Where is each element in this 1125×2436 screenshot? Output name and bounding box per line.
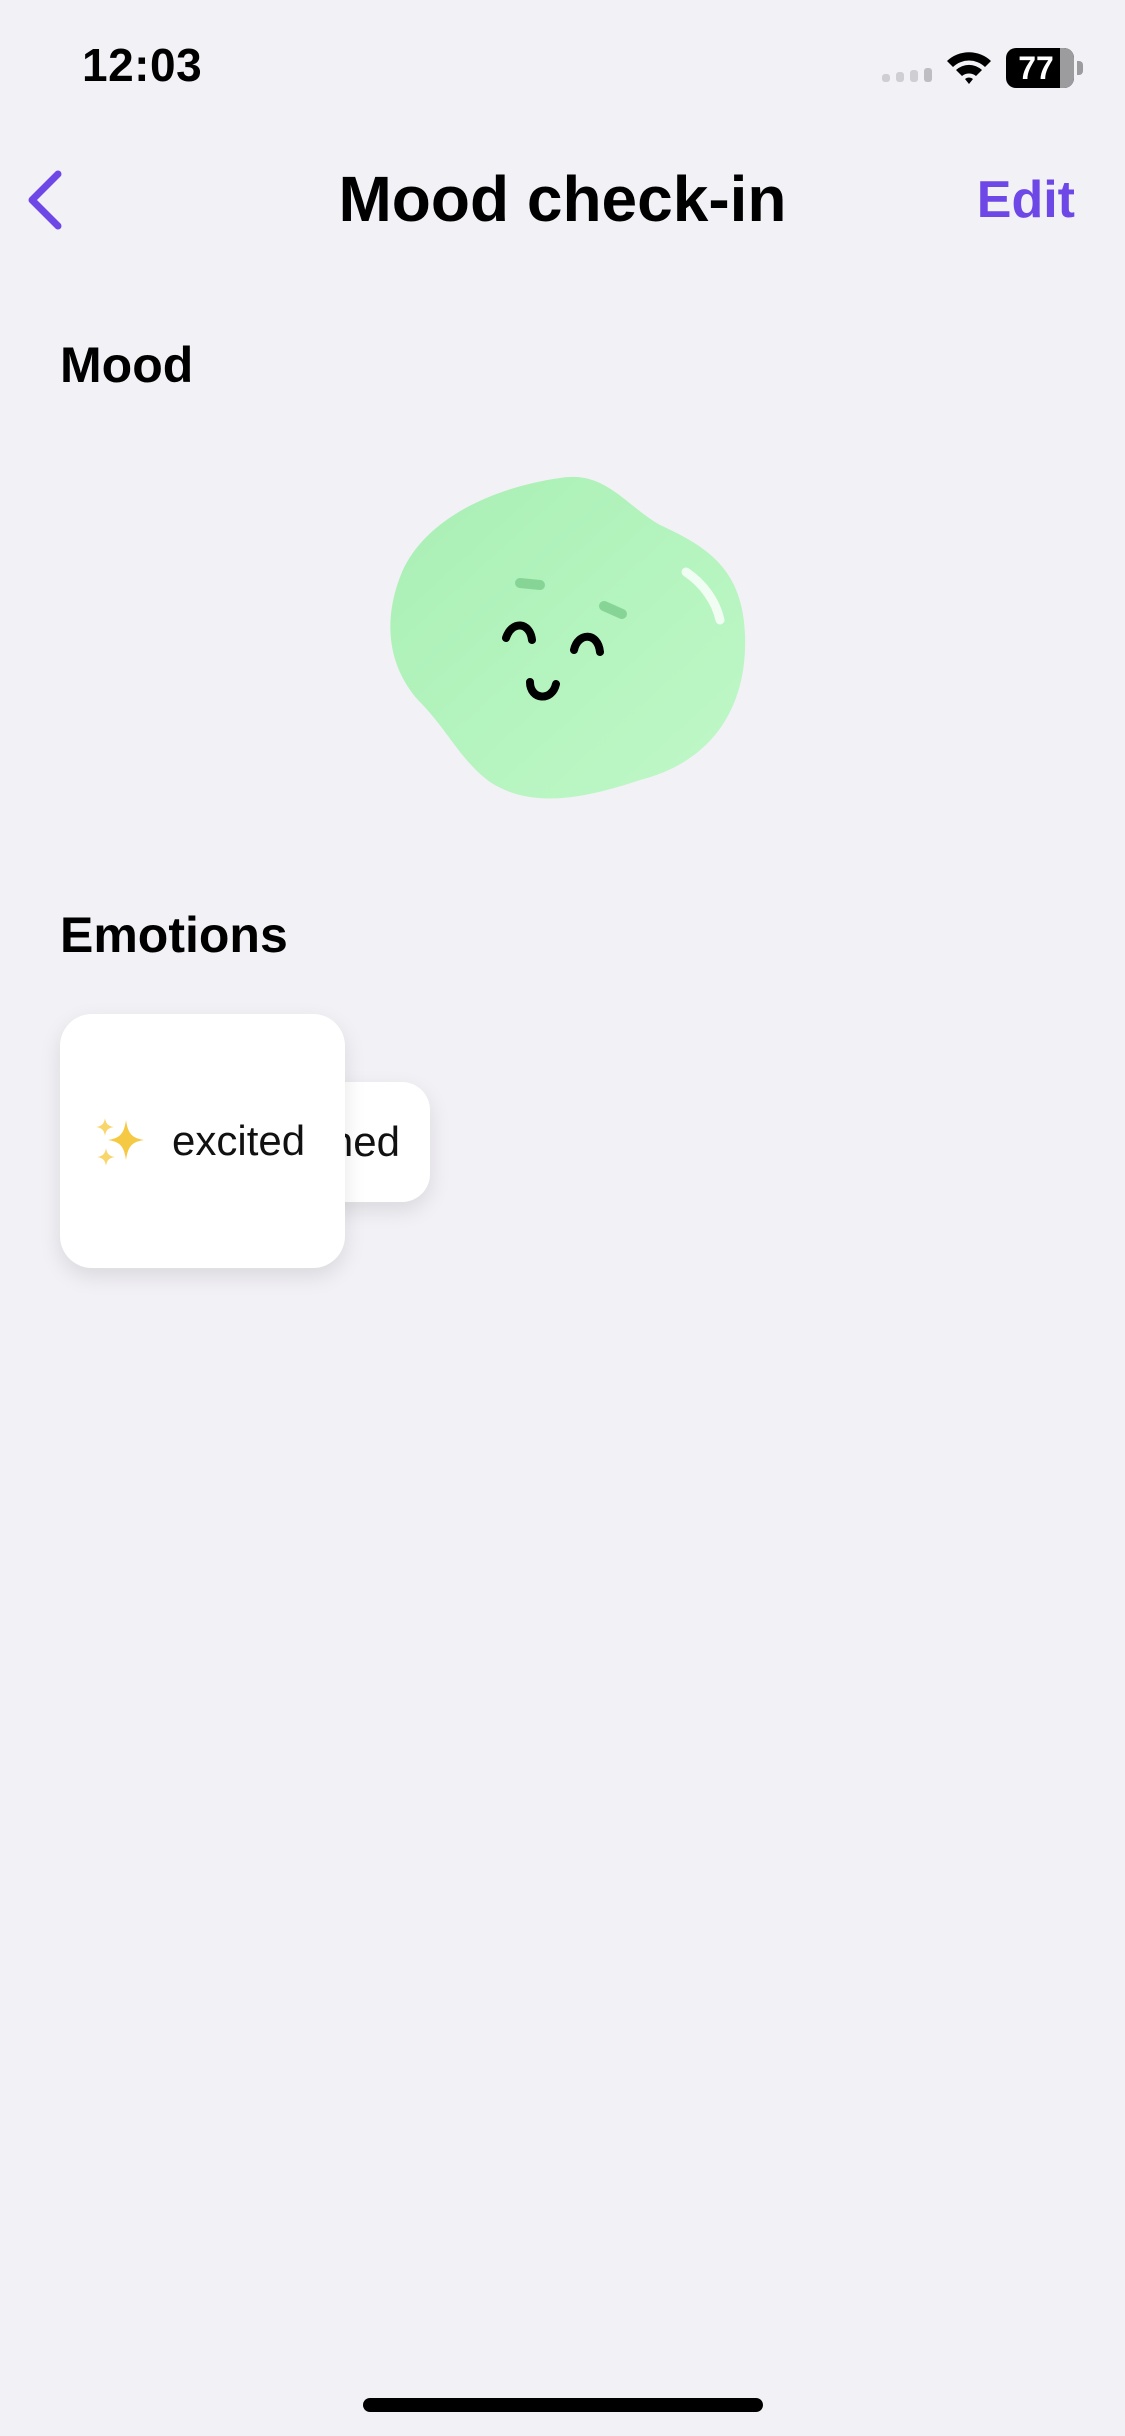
mood-blob-illustration <box>390 476 746 799</box>
battery-icon: 77 <box>1006 48 1084 88</box>
sparkles-icon <box>96 1118 144 1166</box>
emotion-label: excited <box>172 1117 306 1164</box>
signal-icon <box>882 68 932 82</box>
status-bar: 12:03 77 <box>0 0 1125 140</box>
home-indicator[interactable] <box>363 2398 763 2412</box>
mood-heading: Mood <box>60 337 194 393</box>
emotion-chip-excited[interactable]: excited <box>60 1014 345 1268</box>
edit-button[interactable]: Edit <box>977 164 1075 236</box>
page-title: Mood check-in <box>338 163 787 235</box>
emotions-heading: Emotions <box>60 907 288 963</box>
status-time: 12:03 <box>82 39 203 91</box>
battery-level: 77 <box>1018 50 1054 86</box>
nav-bar: Mood check-in Edit <box>0 140 1125 260</box>
wifi-icon <box>947 52 991 84</box>
